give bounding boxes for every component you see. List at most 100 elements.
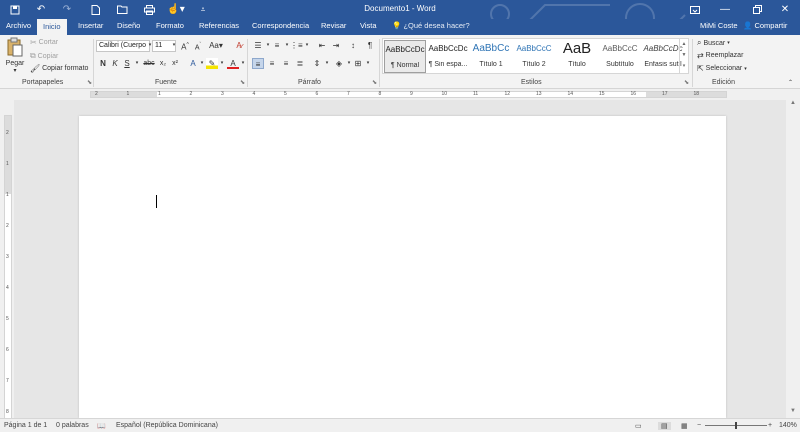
minimize-icon[interactable]: — xyxy=(710,0,740,19)
web-layout-icon[interactable]: ▦ xyxy=(681,422,688,430)
styles-launcher-icon[interactable]: ⬊ xyxy=(684,79,689,86)
editing-group-label: Edición xyxy=(712,79,735,86)
decrease-indent-icon[interactable]: ⇤ xyxy=(316,40,328,51)
restore-icon[interactable] xyxy=(742,0,772,19)
ruler-number: 5 xyxy=(6,316,9,322)
language[interactable]: Español (República Dominicana) xyxy=(116,422,218,429)
ruler-number: 2 xyxy=(6,223,9,229)
zoom-in-button[interactable]: + xyxy=(768,422,772,429)
chevron-down-icon[interactable]: ▼ xyxy=(680,50,688,61)
word-count[interactable]: 0 palabras xyxy=(56,422,89,429)
tab-insertar[interactable]: Insertar xyxy=(72,19,109,35)
ruler-number: 15 xyxy=(599,91,605,97)
chevron-down-icon[interactable]: ▾ xyxy=(321,58,333,69)
tab-revisar[interactable]: Revisar xyxy=(315,19,352,35)
font-family-select[interactable]: Calibri (Cuerpo xyxy=(96,40,150,52)
scroll-up-icon[interactable]: ▲ xyxy=(786,100,800,110)
paragraph-launcher-icon[interactable]: ⬊ xyxy=(372,79,377,86)
vertical-scrollbar[interactable]: ▲ ▼ xyxy=(786,100,800,418)
style-name: Título 2 xyxy=(522,61,546,68)
chevron-up-icon[interactable]: ▲ xyxy=(680,39,688,50)
style-heading-1[interactable]: AaBbCc Título 1 xyxy=(470,40,512,73)
copy-button[interactable]: ⧉ Copiar xyxy=(30,51,58,61)
vertical-ruler[interactable]: 2 1 1 2 3 4 5 6 7 8 xyxy=(4,115,12,420)
ruler-number: 4 xyxy=(6,285,9,291)
align-left-icon[interactable]: ≡ xyxy=(252,58,264,69)
style-normal[interactable]: AaBbCcDc ¶ Normal xyxy=(384,40,426,73)
align-center-icon[interactable]: ≡ xyxy=(266,58,278,69)
style-sample: AaBbCcDc xyxy=(385,45,425,54)
scroll-down-icon[interactable]: ▼ xyxy=(786,408,800,418)
share-button[interactable]: 👤 Compartir xyxy=(743,19,787,33)
document-page[interactable] xyxy=(79,116,726,418)
ruler-number: 5 xyxy=(284,91,287,97)
ribbon: Pegar ▾ ✂ Cortar ⧉ Copiar 🖌 Copiar forma… xyxy=(0,35,800,89)
tab-formato[interactable]: Formato xyxy=(150,19,190,35)
increase-indent-icon[interactable]: ⇥ xyxy=(330,40,342,51)
ruler-number: 7 xyxy=(6,378,9,384)
top-margin xyxy=(5,116,11,194)
style-name: Subtítulo xyxy=(606,61,634,68)
find-button[interactable]: ⌕ Buscar ▾ xyxy=(697,38,730,48)
justify-icon[interactable]: ≣ xyxy=(294,58,306,69)
find-label: Buscar xyxy=(703,39,726,47)
scissors-icon: ✂ xyxy=(30,38,37,47)
tab-diseno[interactable]: Diseño xyxy=(111,19,146,35)
proofing-icon[interactable]: 📖 xyxy=(97,422,106,430)
zoom-level[interactable]: 140% xyxy=(779,422,797,429)
more-styles-icon[interactable]: ▾ xyxy=(680,61,688,72)
tab-archivo[interactable]: Archivo xyxy=(0,19,37,35)
shrink-font-icon[interactable]: Aˇ xyxy=(192,40,204,51)
zoom-slider-thumb[interactable] xyxy=(735,422,737,429)
superscript-button[interactable]: x² xyxy=(169,58,181,69)
clear-formatting-icon[interactable]: A̷ xyxy=(233,40,245,51)
horizontal-ruler[interactable]: 2 1 1 2 3 4 5 6 7 8 9 10 11 12 13 14 15 16 17 18 xyxy=(0,89,800,100)
tell-me-box[interactable]: 💡 ¿Qué desea hacer? xyxy=(392,19,470,35)
font-launcher-icon[interactable]: ⬊ xyxy=(240,79,245,86)
read-mode-icon[interactable]: ▭ xyxy=(635,422,642,430)
ruler-number: 1 xyxy=(6,192,9,198)
tab-correspondencia[interactable]: Correspondencia xyxy=(246,19,315,35)
chevron-down-icon: ▾ xyxy=(727,40,730,46)
chevron-down-icon[interactable]: ▾ xyxy=(362,58,374,69)
style-subtitle[interactable]: AaBbCcC Subtítulo xyxy=(599,40,641,73)
user-name[interactable]: MiMi Coste xyxy=(700,19,738,33)
tab-referencias[interactable]: Referencias xyxy=(193,19,245,35)
select-button[interactable]: ⇱ Seleccionar ▾ xyxy=(697,64,747,73)
page-count[interactable]: Página 1 de 1 xyxy=(4,422,47,429)
collapse-ribbon-icon[interactable]: ⌃ xyxy=(788,79,793,86)
tab-vista[interactable]: Vista xyxy=(354,19,383,35)
paste-button[interactable]: Pegar ▾ xyxy=(4,37,26,74)
strikethrough-button[interactable]: abc xyxy=(142,58,156,69)
print-layout-icon[interactable]: ▤ xyxy=(658,422,671,430)
grow-font-icon[interactable]: A^ xyxy=(179,40,191,52)
subscript-button[interactable]: x₂ xyxy=(157,58,169,69)
style-subtle-emphasis[interactable]: AaBbCcDc Énfasis sutil xyxy=(642,40,684,73)
ruler-number: 10 xyxy=(441,91,448,97)
gallery-scroll[interactable]: ▲ ▼ ▾ xyxy=(679,39,688,73)
chevron-down-icon[interactable]: ▾ xyxy=(301,40,313,51)
style-no-spacing[interactable]: AaBbCcDc ¶ Sin espa... xyxy=(427,40,469,73)
italic-button[interactable]: K xyxy=(109,58,121,69)
sort-icon[interactable]: ↕ xyxy=(347,40,359,51)
person-icon: 👤 xyxy=(743,21,753,30)
align-right-icon[interactable]: ≡ xyxy=(280,58,292,69)
format-painter-button[interactable]: 🖌 Copiar formato xyxy=(30,64,88,73)
style-heading-2[interactable]: AaBbCcC Título 2 xyxy=(513,40,555,73)
ruler-number: 13 xyxy=(536,91,542,97)
tab-inicio[interactable]: Inicio xyxy=(37,19,67,35)
bold-button[interactable]: N xyxy=(97,58,109,69)
clipboard-launcher-icon[interactable]: ⬊ xyxy=(87,79,92,86)
ruler-number: 12 xyxy=(504,91,511,97)
style-title[interactable]: AaB Título xyxy=(556,40,598,73)
close-icon[interactable]: ✕ xyxy=(770,0,800,19)
group-divider xyxy=(692,39,693,87)
left-margin xyxy=(91,92,157,97)
replace-button[interactable]: ⇄ Reemplazar xyxy=(697,51,743,60)
ribbon-display-options-icon[interactable] xyxy=(680,0,710,19)
cut-button[interactable]: ✂ Cortar xyxy=(30,38,58,47)
style-sample: AaBbCcDc xyxy=(643,44,683,53)
zoom-out-button[interactable]: − xyxy=(697,422,701,429)
pilcrow-icon[interactable]: ¶ xyxy=(364,40,376,51)
change-case-icon[interactable]: Aa▾ xyxy=(208,40,224,51)
